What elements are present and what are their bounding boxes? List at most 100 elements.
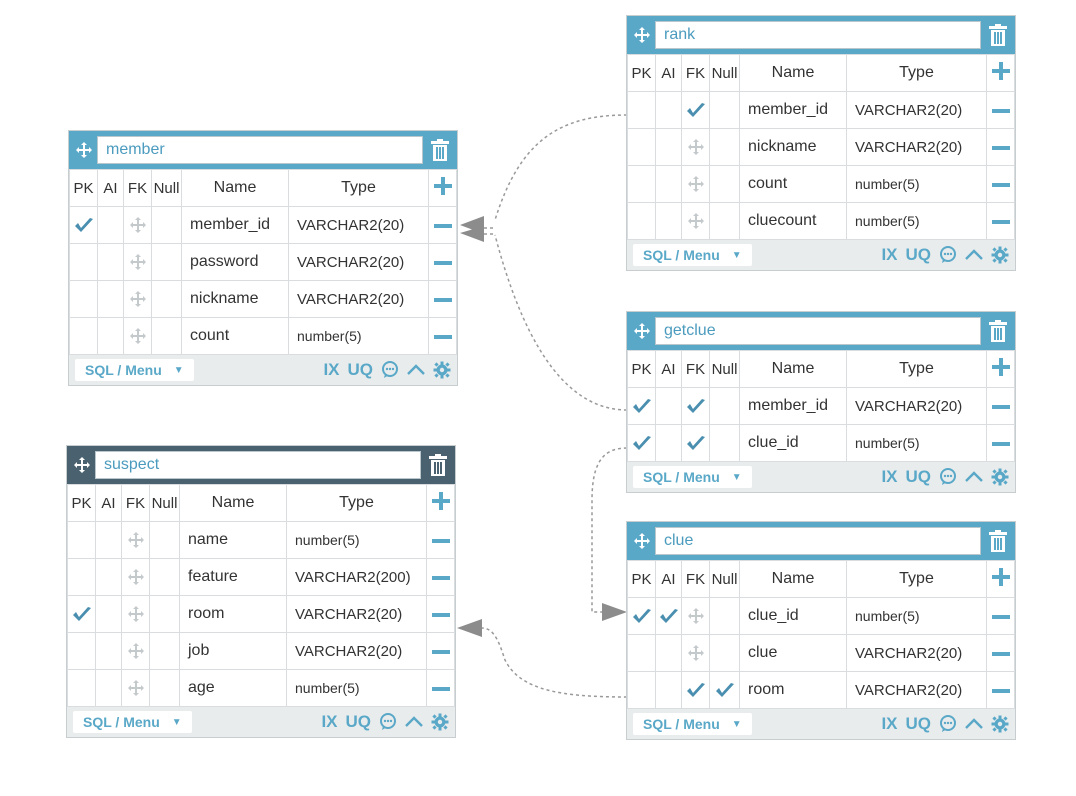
gear-icon[interactable] <box>433 361 451 379</box>
null-cell[interactable] <box>151 317 182 355</box>
add-column-button[interactable] <box>986 560 1015 598</box>
add-column-button[interactable] <box>428 169 457 207</box>
remove-column-button[interactable] <box>428 243 457 281</box>
chevron-up-icon[interactable] <box>965 471 983 483</box>
null-cell[interactable] <box>149 558 180 596</box>
column-name[interactable]: cluecount <box>739 202 847 240</box>
fk-check-icon[interactable] <box>681 424 710 462</box>
null-cell[interactable] <box>709 597 740 635</box>
unique-button[interactable]: UQ <box>906 467 932 487</box>
trash-icon[interactable] <box>985 527 1011 555</box>
pk-cell[interactable] <box>67 558 96 596</box>
column-name[interactable]: nickname <box>181 280 289 318</box>
column-name[interactable]: job <box>179 632 287 670</box>
ai-cell[interactable] <box>655 634 682 672</box>
column-name[interactable]: count <box>181 317 289 355</box>
column-name[interactable]: room <box>179 595 287 633</box>
comment-icon[interactable] <box>939 246 957 264</box>
table-name-input[interactable]: getclue <box>655 317 981 345</box>
fk-move-icon[interactable] <box>681 634 710 672</box>
pk-check-icon[interactable] <box>627 424 656 462</box>
column-type[interactable]: number(5) <box>846 165 987 203</box>
chevron-up-icon[interactable] <box>965 249 983 261</box>
comment-icon[interactable] <box>939 468 957 486</box>
remove-column-button[interactable] <box>986 671 1015 709</box>
column-type[interactable]: number(5) <box>286 521 427 559</box>
remove-column-button[interactable] <box>428 206 457 244</box>
trash-icon[interactable] <box>425 451 451 479</box>
gear-icon[interactable] <box>991 246 1009 264</box>
ai-cell[interactable] <box>655 202 682 240</box>
fk-move-icon[interactable] <box>681 597 710 635</box>
ai-cell[interactable] <box>655 165 682 203</box>
chevron-up-icon[interactable] <box>407 364 425 376</box>
column-type[interactable]: VARCHAR2(200) <box>286 558 427 596</box>
fk-move-icon[interactable] <box>681 128 710 166</box>
index-button[interactable]: IX <box>881 467 897 487</box>
column-name[interactable]: feature <box>179 558 287 596</box>
null-cell[interactable] <box>149 521 180 559</box>
ai-cell[interactable] <box>655 128 682 166</box>
move-icon[interactable] <box>631 530 653 552</box>
table-name-input[interactable]: rank <box>655 21 981 49</box>
ai-cell[interactable] <box>655 387 682 425</box>
column-name[interactable]: nickname <box>739 128 847 166</box>
null-cell[interactable] <box>709 165 740 203</box>
column-type[interactable]: VARCHAR2(20) <box>846 128 987 166</box>
column-type[interactable]: number(5) <box>846 597 987 635</box>
gear-icon[interactable] <box>991 468 1009 486</box>
column-name[interactable]: age <box>179 669 287 707</box>
column-type[interactable]: VARCHAR2(20) <box>288 206 429 244</box>
index-button[interactable]: IX <box>881 714 897 734</box>
remove-column-button[interactable] <box>428 280 457 318</box>
fk-move-icon[interactable] <box>121 669 150 707</box>
null-check-icon[interactable] <box>709 671 740 709</box>
gear-icon[interactable] <box>431 713 449 731</box>
remove-column-button[interactable] <box>986 91 1015 129</box>
remove-column-button[interactable] <box>426 632 455 670</box>
column-type[interactable]: VARCHAR2(20) <box>286 595 427 633</box>
fk-check-icon[interactable] <box>681 387 710 425</box>
fk-check-icon[interactable] <box>681 671 710 709</box>
column-name[interactable]: room <box>739 671 847 709</box>
column-name[interactable]: member_id <box>739 91 847 129</box>
ai-cell[interactable] <box>655 424 682 462</box>
remove-column-button[interactable] <box>986 202 1015 240</box>
fk-check-icon[interactable] <box>681 91 710 129</box>
fk-move-icon[interactable] <box>123 280 152 318</box>
pk-cell[interactable] <box>67 669 96 707</box>
pk-cell[interactable] <box>627 634 656 672</box>
fk-move-icon[interactable] <box>121 595 150 633</box>
null-cell[interactable] <box>709 91 740 129</box>
remove-column-button[interactable] <box>986 165 1015 203</box>
ai-cell[interactable] <box>97 206 124 244</box>
add-column-button[interactable] <box>986 350 1015 388</box>
move-icon[interactable] <box>631 320 653 342</box>
table-name-input[interactable]: suspect <box>95 451 421 479</box>
pk-cell[interactable] <box>69 243 98 281</box>
remove-column-button[interactable] <box>986 387 1015 425</box>
null-cell[interactable] <box>709 387 740 425</box>
column-type[interactable]: VARCHAR2(20) <box>846 387 987 425</box>
null-cell[interactable] <box>709 634 740 672</box>
column-name[interactable]: count <box>739 165 847 203</box>
unique-button[interactable]: UQ <box>346 712 372 732</box>
move-icon[interactable] <box>73 139 95 161</box>
sql-menu-button[interactable]: SQL / Menu ▼ <box>633 466 752 488</box>
trash-icon[interactable] <box>985 317 1011 345</box>
table-name-input[interactable]: clue <box>655 527 981 555</box>
sql-menu-button[interactable]: SQL / Menu ▼ <box>75 359 194 381</box>
remove-column-button[interactable] <box>426 595 455 633</box>
chevron-up-icon[interactable] <box>405 716 423 728</box>
pk-check-icon[interactable] <box>627 387 656 425</box>
null-cell[interactable] <box>149 595 180 633</box>
null-cell[interactable] <box>151 206 182 244</box>
index-button[interactable]: IX <box>321 712 337 732</box>
fk-move-icon[interactable] <box>123 317 152 355</box>
column-type[interactable]: number(5) <box>286 669 427 707</box>
column-type[interactable]: VARCHAR2(20) <box>846 91 987 129</box>
sql-menu-button[interactable]: SQL / Menu ▼ <box>633 244 752 266</box>
remove-column-button[interactable] <box>986 597 1015 635</box>
unique-button[interactable]: UQ <box>348 360 374 380</box>
null-cell[interactable] <box>149 669 180 707</box>
